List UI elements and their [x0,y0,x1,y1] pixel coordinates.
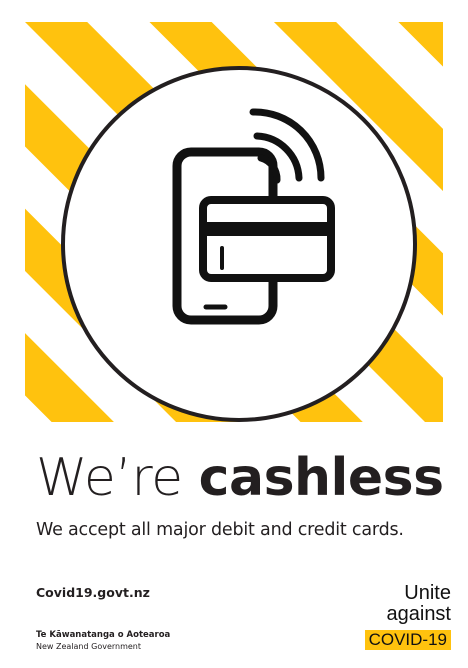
headline-bold: cashless [198,448,444,508]
unite-against-logo: Unite against [387,583,452,625]
stripe-graphic [25,22,443,422]
headline-light: We’re [36,448,183,508]
government-english-name: New Zealand Government [36,642,142,651]
brand-line-2: against [386,603,452,625]
subline: We accept all major debit and credit car… [36,520,404,540]
poster: We’re cashless We accept all major debit… [0,0,468,668]
website-link[interactable]: Covid19.govt.nz [36,585,150,600]
diagonal-stripe-panel [25,22,443,422]
covid19-tag: COVID-19 [364,630,451,650]
brand-line-1: Unite [404,582,451,604]
headline: We’re cashless [36,447,444,509]
government-maori-name: Te Kāwanatanga o Aotearoa [36,630,171,640]
